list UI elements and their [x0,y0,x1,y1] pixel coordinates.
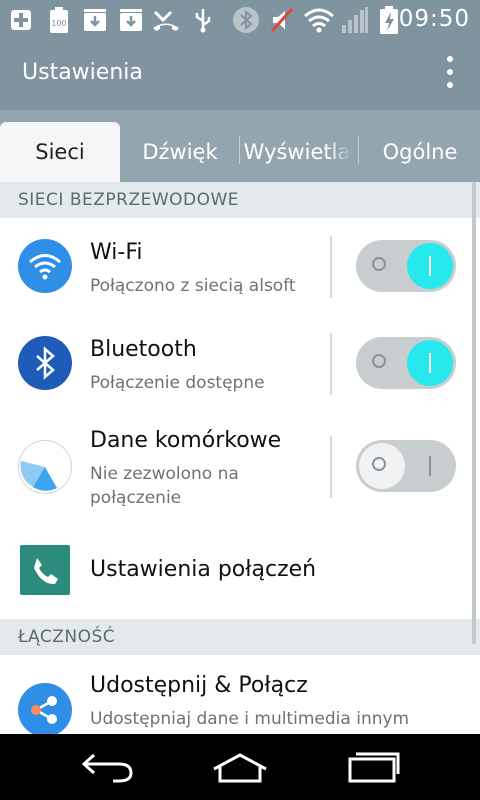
bluetooth-subtitle: Połączenie dostępne [90,373,265,393]
mobile-data-icon [18,440,72,494]
section-header-connectivity: ŁĄCZNOŚĆ [0,619,480,655]
mobile-data-subtitle-line1: Nie zezwolono na [90,464,239,484]
divider [330,436,332,498]
call-settings-title: Ustawienia połączeń [90,557,317,582]
wifi-row[interactable]: Wi-Fi Połączono z siecią alsoft [0,218,480,316]
wifi-icon [18,239,72,293]
section-header-label: SIECI BEZPRZEWODOWE [18,190,240,210]
navigation-bar [0,734,480,800]
bluetooth-icon [18,336,72,390]
share-connect-row[interactable]: Udostępnij & Połącz Udostępniaj dane i m… [0,655,480,734]
divider [330,236,332,298]
add-icon [8,7,34,33]
section-header-wireless: SIECI BEZPRZEWODOWE [0,182,480,218]
share-icon [18,683,72,734]
mobile-data-row[interactable]: Dane komórkowe Nie zezwolono na połączen… [0,412,480,522]
scrollbar[interactable] [472,182,476,644]
wifi-toggle[interactable] [356,240,456,292]
wifi-title: Wi-Fi [90,240,143,265]
tab-dzwiek[interactable]: Dźwięk [124,122,236,182]
mute-icon [268,7,296,33]
status-time: 09:50 [398,6,470,32]
back-button[interactable] [68,746,148,788]
recent-apps-icon [348,752,400,783]
status-bar: 100 09:50 [0,0,480,40]
wifi-subtitle: Połączono z siecią alsoft [90,276,296,296]
mobile-data-title: Dane komórkowe [90,428,282,453]
charging-battery-icon [378,6,400,34]
bluetooth-row[interactable]: Bluetooth Połączenie dostępne [0,315,480,413]
action-bar: Ustawienia [0,40,480,110]
share-connect-subtitle: Udostępniaj dane i multimedia innym [90,709,410,729]
recent-apps-button[interactable] [334,746,414,788]
tab-ogolne[interactable]: Ogólne [362,122,478,182]
page-title: Ustawienia [22,60,143,85]
section-header-label: ŁĄCZNOŚĆ [18,627,116,647]
home-button[interactable] [200,746,280,788]
mobile-data-subtitle-line2: połączenie [90,488,182,508]
phone-icon [20,545,70,595]
tab-separator [358,136,359,164]
overflow-menu-icon[interactable] [444,56,456,94]
tab-separator [239,136,240,164]
mobile-data-toggle[interactable] [356,440,456,492]
tab-wyswietlacz[interactable]: Wyświetla [242,122,352,182]
back-icon [81,753,133,783]
bluetooth-title: Bluetooth [90,337,197,362]
bluetooth-toggle[interactable] [356,337,456,389]
wifi-icon [302,7,336,33]
download-icon [82,7,108,33]
share-connect-title: Udostępnij & Połącz [90,673,308,698]
missed-call-icon [152,7,180,33]
divider [330,333,332,395]
call-settings-row[interactable]: Ustawienia połączeń [0,521,480,620]
svg-text:100: 100 [51,19,66,28]
home-icon [213,753,267,783]
tab-sieci[interactable]: Sieci [0,122,120,182]
download-icon [118,7,144,33]
signal-icon [340,7,370,33]
usb-icon [192,7,214,33]
tab-bar: Sieci Dźwięk Wyświetla Ogólne [0,110,480,182]
bluetooth-icon [232,7,260,33]
battery-100-icon: 100 [48,7,70,33]
